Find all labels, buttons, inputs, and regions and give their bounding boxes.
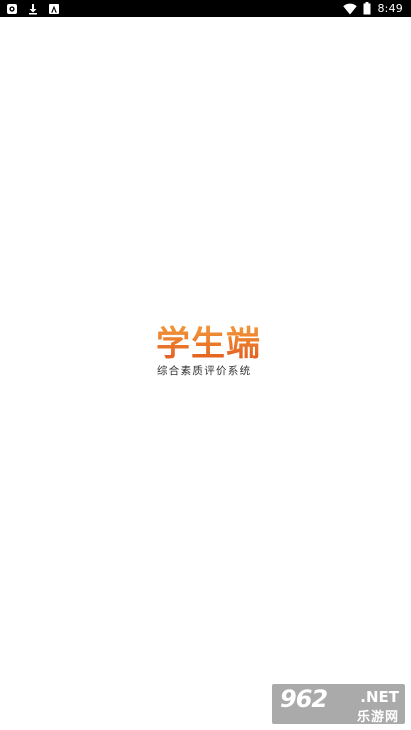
status-bar-left bbox=[6, 2, 60, 15]
wifi-icon bbox=[343, 3, 358, 15]
app-subtitle: 综合素质评价系统 bbox=[157, 365, 252, 377]
battery-icon bbox=[363, 2, 371, 15]
screen: 8:49 学生端 综合素质评价系统 962 .NET 乐游网 bbox=[0, 0, 411, 730]
app-logo-title: 学生端 bbox=[156, 324, 261, 362]
app-notification-icon bbox=[6, 3, 18, 15]
status-bar-right: 8:49 bbox=[343, 1, 403, 16]
splash-logo: 学生端 综合素质评价系统 bbox=[0, 318, 411, 382]
app-title-text: 学生端 bbox=[156, 324, 261, 362]
watermark-domain: .NET bbox=[360, 688, 399, 706]
font-icon bbox=[48, 3, 60, 15]
watermark: 962 .NET 乐游网 bbox=[272, 684, 405, 724]
status-time: 8:49 bbox=[377, 2, 403, 15]
download-icon bbox=[27, 3, 39, 15]
status-bar: 8:49 bbox=[0, 0, 411, 17]
watermark-name: 乐游网 bbox=[356, 710, 399, 724]
watermark-number: 962 bbox=[280, 685, 328, 713]
